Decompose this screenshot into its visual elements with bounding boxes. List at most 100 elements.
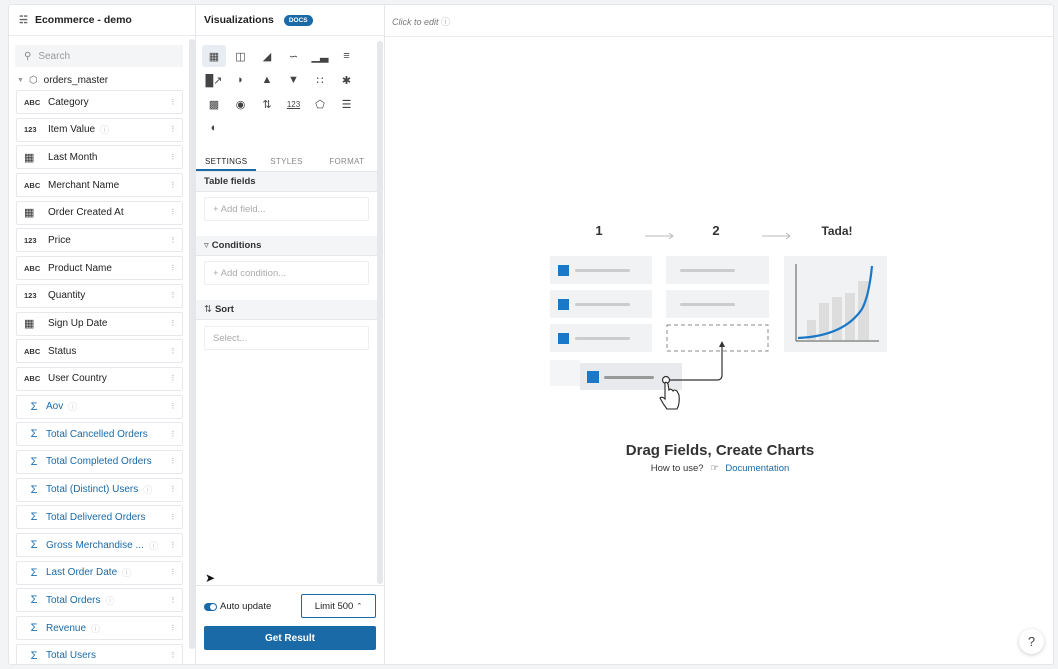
field-item[interactable]: Σ Total Orders ⓘ ⠇ [16, 588, 183, 613]
gauge-viz-icon[interactable]: ◐ [202, 117, 226, 139]
tab-styles[interactable]: STYLES [256, 152, 316, 171]
drag-handle-icon[interactable]: ⠇ [171, 319, 177, 328]
drag-handle-icon[interactable]: ⠇ [171, 125, 177, 134]
info-icon[interactable]: ⓘ [143, 483, 152, 496]
drag-handle-icon[interactable]: ⠇ [171, 457, 177, 466]
pyramid-viz-icon[interactable]: ▲ [255, 69, 279, 91]
pivot-viz-icon[interactable]: ◫ [229, 45, 253, 67]
drag-handle-icon[interactable]: ⠇ [171, 485, 177, 494]
calendar-icon: ▦ [24, 207, 35, 220]
visualizations-header: Visualizations DOCS [196, 5, 384, 36]
combo-viz-icon[interactable]: █↗ [202, 69, 226, 91]
dataset-header[interactable]: ☵ Ecommerce - demo [9, 5, 195, 36]
tab-settings[interactable]: SETTINGS [196, 152, 257, 171]
field-item[interactable]: ▦ Order Created At ⠇ [16, 200, 183, 225]
sigma-icon: Σ [30, 511, 38, 524]
column-viz-icon[interactable]: ▁▃ [308, 45, 332, 67]
model-name: orders_master [43, 74, 109, 86]
add-field-input[interactable]: + Add field... [204, 197, 369, 221]
line-viz-icon[interactable]: ∽ [282, 45, 306, 67]
drag-handle-icon[interactable]: ⠇ [171, 541, 177, 550]
limit-dropdown[interactable]: Limit 500 ⌃ [301, 594, 376, 618]
field-item[interactable]: Σ Revenue ⓘ ⠇ [16, 616, 183, 641]
field-item[interactable]: 123 Item Value ⓘ ⠇ [16, 117, 183, 142]
sort-viz-icon[interactable]: ⇅ [255, 93, 279, 115]
click-to-edit[interactable]: Click to edit ⓘ [392, 15, 450, 28]
number-viz-icon[interactable]: 123 [282, 93, 306, 115]
help-button[interactable]: ? [1019, 629, 1044, 654]
area-viz-icon[interactable]: ◢ [255, 45, 279, 67]
sort-select[interactable]: Select... [204, 326, 369, 350]
add-condition-input[interactable]: + Add condition... [204, 261, 369, 285]
sigma-icon: Σ [30, 400, 38, 413]
get-result-button[interactable]: Get Result [204, 626, 376, 650]
field-item[interactable]: Σ Total Delivered Orders ⠇ [16, 505, 183, 530]
drag-handle-icon[interactable]: ⠇ [171, 430, 177, 439]
drag-handle-icon[interactable]: ⠇ [171, 208, 177, 217]
field-type-badge: 123 [24, 125, 37, 135]
field-item[interactable]: Σ Total (Distinct) Users ⓘ ⠇ [16, 477, 183, 502]
info-icon[interactable]: ⓘ [68, 400, 77, 413]
field-item[interactable]: 123 Quantity ⠇ [16, 283, 183, 308]
drag-handle-icon[interactable]: ⠇ [171, 596, 177, 605]
pie-viz-icon[interactable]: ◗ [229, 69, 253, 91]
field-item[interactable]: ABC Product Name ⠇ [16, 256, 183, 281]
drag-handle-icon[interactable]: ⠇ [171, 347, 177, 356]
table-fields-header: Table fields [196, 172, 377, 192]
docs-badge[interactable]: DOCS [283, 14, 313, 26]
field-name: Price [48, 234, 71, 246]
drag-handle-icon[interactable]: ⠇ [171, 624, 177, 633]
auto-update-toggle[interactable] [204, 603, 217, 611]
search-input[interactable]: Search [38, 51, 70, 62]
field-item[interactable]: Σ Aov ⓘ ⠇ [16, 394, 183, 419]
fields-panel: ☵ Ecommerce - demo ⚲ Search ▼ ⬡ orders_m… [9, 5, 196, 664]
model-node[interactable]: ▼ ⬡ orders_master [17, 72, 108, 88]
bar-viz-icon[interactable]: ≡ [335, 45, 359, 67]
funnel-viz-icon[interactable]: ▼ [282, 69, 306, 91]
field-item[interactable]: ▦ Last Month ⠇ [16, 145, 183, 170]
drag-handle-icon[interactable]: ⠇ [171, 98, 177, 107]
tab-format[interactable]: FORMAT [317, 152, 377, 171]
field-item[interactable]: Σ Last Order Date ⓘ ⠇ [16, 560, 183, 585]
drag-handle-icon[interactable]: ⠇ [171, 374, 177, 383]
field-type-badge: 123 [24, 291, 37, 301]
drag-handle-icon[interactable]: ⠇ [171, 291, 177, 300]
search-icon: ⚲ [24, 50, 32, 62]
map-viz-icon[interactable]: ◉ [229, 93, 253, 115]
heatmap-viz-icon[interactable]: ▩ [202, 93, 226, 115]
info-icon[interactable]: ⓘ [122, 566, 131, 579]
drag-handle-icon[interactable]: ⠇ [171, 402, 177, 411]
table-viz-icon[interactable]: ▦ [202, 45, 226, 67]
documentation-link[interactable]: Documentation [725, 463, 789, 474]
field-item[interactable]: ABC Status ⠇ [16, 339, 183, 364]
field-item[interactable]: Σ Gross Merchandise ... ⓘ ⠇ [16, 533, 183, 557]
field-item[interactable]: Σ Total Cancelled Orders ⠇ [16, 422, 183, 447]
field-item[interactable]: ABC Merchant Name ⠇ [16, 173, 183, 198]
drag-handle-icon[interactable]: ⠇ [171, 181, 177, 190]
sigma-icon: Σ [30, 428, 38, 441]
drag-handle-icon[interactable]: ⠇ [171, 568, 177, 577]
info-icon[interactable]: ⓘ [105, 594, 114, 607]
scatter-viz-icon[interactable]: ∷ [308, 69, 332, 91]
info-icon[interactable]: ⓘ [91, 622, 100, 635]
drag-handle-icon[interactable]: ⠇ [171, 153, 177, 162]
progress-viz-icon[interactable]: ☰ [335, 93, 359, 115]
field-item[interactable]: Σ Total Completed Orders ⠇ [16, 449, 183, 474]
drag-handle-icon[interactable]: ⠇ [171, 236, 177, 245]
bubble-viz-icon[interactable]: ✱ [335, 69, 359, 91]
scrollbar[interactable] [189, 39, 195, 649]
field-item[interactable]: 123 Price ⠇ [16, 228, 183, 253]
search-box[interactable]: ⚲ Search [15, 45, 183, 67]
field-item[interactable]: ▦ Sign Up Date ⠇ [16, 311, 183, 336]
field-item[interactable]: ABC Category ⠇ [16, 90, 183, 114]
field-item[interactable]: Σ Total Users ⠇ [16, 643, 183, 664]
drag-handle-icon[interactable]: ⠇ [171, 651, 177, 660]
info-icon[interactable]: ⓘ [100, 123, 109, 136]
drag-handle-icon[interactable]: ⠇ [171, 513, 177, 522]
scrollbar[interactable] [377, 41, 383, 584]
radar-viz-icon[interactable]: ⬠ [308, 93, 332, 115]
field-item[interactable]: ABC User Country ⠇ [16, 366, 183, 391]
info-icon[interactable]: ⓘ [149, 539, 158, 552]
chevron-down-icon[interactable]: ▼ [17, 77, 24, 84]
drag-handle-icon[interactable]: ⠇ [171, 264, 177, 273]
